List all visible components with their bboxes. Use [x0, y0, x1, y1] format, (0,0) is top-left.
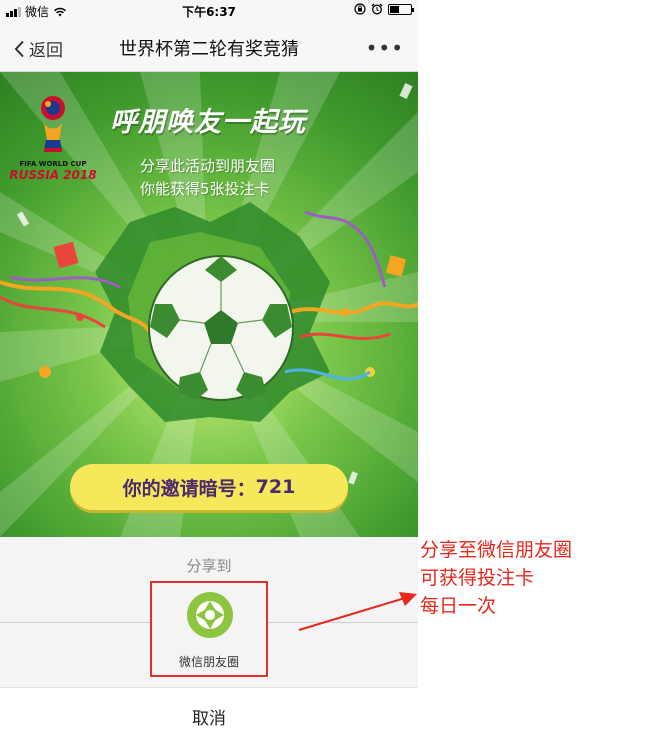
world-cup-trophy-icon: [41, 96, 65, 152]
page-title: 世界杯第二轮有奖竞猜: [119, 39, 299, 60]
soccer-ball-icon: [148, 255, 294, 401]
battery-fill: [390, 5, 399, 13]
logo-brand: RUSSIA 2018: [9, 168, 97, 182]
annotation-line-3: 每日一次: [420, 595, 497, 617]
nav-bar: 返回 世界杯第二轮有奖竞猜 •••: [0, 22, 418, 72]
world-cup-logo: FIFA WORLD CUP RUSSIA 2018: [8, 94, 98, 181]
more-button[interactable]: •••: [366, 36, 404, 60]
cancel-button[interactable]: 取消: [0, 687, 418, 745]
annotation-line-2: 可获得投注卡: [420, 567, 535, 589]
invite-label: 你的邀请暗号：: [122, 477, 256, 500]
alarm-icon: [371, 3, 383, 15]
back-button[interactable]: 返回: [14, 36, 63, 61]
promo-headline: 呼朋唤友一起玩: [110, 107, 306, 138]
invite-code: 721: [255, 476, 296, 498]
moments-camera-icon: [187, 592, 233, 638]
back-label: 返回: [29, 41, 63, 61]
share-sheet: 分享到 微信朋友圈 取消: [0, 537, 418, 745]
rotation-lock-icon: [354, 3, 366, 15]
annotation-note: 分享至微信朋友圈 可获得投注卡 每日一次: [420, 536, 572, 620]
promo-subline-2: 你能获得5张投注卡: [140, 180, 270, 198]
promo-subline-1: 分享此活动到朋友圈: [140, 157, 276, 175]
status-bar: 微信 下午6:37: [0, 0, 418, 22]
promo-banner: FIFA WORLD CUP RUSSIA 2018 呼朋唤友一起玩 分享此活动…: [0, 72, 418, 537]
annotation-arrow-icon: [298, 592, 417, 631]
share-moments-button[interactable]: 微信朋友圈: [150, 581, 268, 677]
share-to-label: 分享到: [186, 557, 232, 575]
status-right: [354, 3, 414, 15]
chevron-left-icon: [14, 40, 24, 57]
battery-icon: [388, 3, 414, 15]
moments-aperture-icon: [196, 601, 224, 629]
annotation-line-1: 分享至微信朋友圈: [420, 539, 573, 561]
sheet-divider-left: [0, 622, 150, 623]
invite-code-badge: 你的邀请暗号： 721: [70, 464, 348, 510]
moments-label: 微信朋友圈: [178, 655, 239, 669]
